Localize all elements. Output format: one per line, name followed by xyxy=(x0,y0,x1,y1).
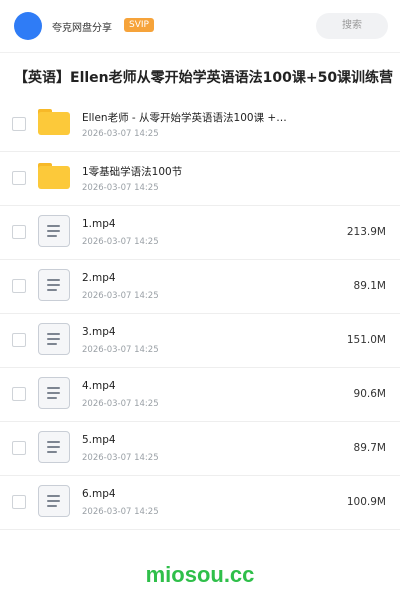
select-checkbox[interactable] xyxy=(12,387,26,401)
item-size: 89.7M xyxy=(353,442,386,454)
select-checkbox[interactable] xyxy=(12,171,26,185)
avatar[interactable] xyxy=(14,12,42,40)
item-date: 2026-03-07 14:25 xyxy=(82,129,159,139)
item-date: 2026-03-07 14:25 xyxy=(82,183,159,193)
item-name[interactable]: Ellen老师 - 从零开始学英语语法100课 +… xyxy=(82,110,287,125)
svip-badge: SVIP xyxy=(124,18,154,32)
page-title: 【英语】Ellen老师从零开始学英语语法100课+50课训练营 xyxy=(14,70,394,86)
item-date: 2026-03-07 14:25 xyxy=(82,237,159,247)
item-name[interactable]: 1.mp4 xyxy=(82,218,116,230)
item-date: 2026-03-07 14:25 xyxy=(82,345,159,355)
item-size: 100.9M xyxy=(346,496,386,508)
item-name[interactable]: 2.mp4 xyxy=(82,272,116,284)
document-icon xyxy=(38,431,70,463)
document-icon xyxy=(38,215,70,247)
item-size: 89.1M xyxy=(353,280,386,292)
file-row[interactable]: 6.mp4 2026-03-07 14:25 100.9M xyxy=(0,476,400,530)
share-title-bar: 【英语】Ellen老师从零开始学英语语法100课+50课训练营 xyxy=(0,52,400,100)
select-checkbox[interactable] xyxy=(12,441,26,455)
item-name[interactable]: 3.mp4 xyxy=(82,326,116,338)
item-date: 2026-03-07 14:25 xyxy=(82,453,159,463)
item-name[interactable]: 5.mp4 xyxy=(82,434,116,446)
item-size: 213.9M xyxy=(346,226,386,238)
app-name: 夸克网盘分享 xyxy=(52,23,112,34)
item-size: 90.6M xyxy=(353,388,386,400)
select-checkbox[interactable] xyxy=(12,117,26,131)
folder-icon xyxy=(38,107,70,139)
select-checkbox[interactable] xyxy=(12,225,26,239)
item-size: 151.0M xyxy=(346,334,386,346)
item-name[interactable]: 4.mp4 xyxy=(82,380,116,392)
search-button[interactable]: 搜索 xyxy=(316,13,388,39)
folder-row[interactable]: 1零基础学语法100节 2026-03-07 14:25 xyxy=(0,152,400,206)
item-date: 2026-03-07 14:25 xyxy=(82,399,159,409)
item-name[interactable]: 6.mp4 xyxy=(82,488,116,500)
select-checkbox[interactable] xyxy=(12,495,26,509)
watermark: miosou.cc xyxy=(145,562,255,587)
file-row[interactable]: 3.mp4 2026-03-07 14:25 151.0M xyxy=(0,314,400,368)
file-row[interactable]: 1.mp4 2026-03-07 14:25 213.9M xyxy=(0,206,400,260)
item-date: 2026-03-07 14:25 xyxy=(82,507,159,517)
select-checkbox[interactable] xyxy=(12,279,26,293)
file-row[interactable]: 2.mp4 2026-03-07 14:25 89.1M xyxy=(0,260,400,314)
document-icon xyxy=(38,323,70,355)
file-row[interactable]: 4.mp4 2026-03-07 14:25 90.6M xyxy=(0,368,400,422)
select-checkbox[interactable] xyxy=(12,333,26,347)
item-date: 2026-03-07 14:25 xyxy=(82,291,159,301)
folder-icon xyxy=(38,161,70,193)
document-icon xyxy=(38,377,70,409)
file-list: Ellen老师 - 从零开始学英语语法100课 +… 2026-03-07 14:… xyxy=(0,98,400,530)
document-icon xyxy=(38,269,70,301)
file-row[interactable]: 5.mp4 2026-03-07 14:25 89.7M xyxy=(0,422,400,476)
top-header: 夸克网盘分享 SVIP 搜索 xyxy=(0,0,400,52)
folder-row[interactable]: Ellen老师 - 从零开始学英语语法100课 +… 2026-03-07 14:… xyxy=(0,98,400,152)
item-name[interactable]: 1零基础学语法100节 xyxy=(82,164,182,179)
document-icon xyxy=(38,485,70,517)
